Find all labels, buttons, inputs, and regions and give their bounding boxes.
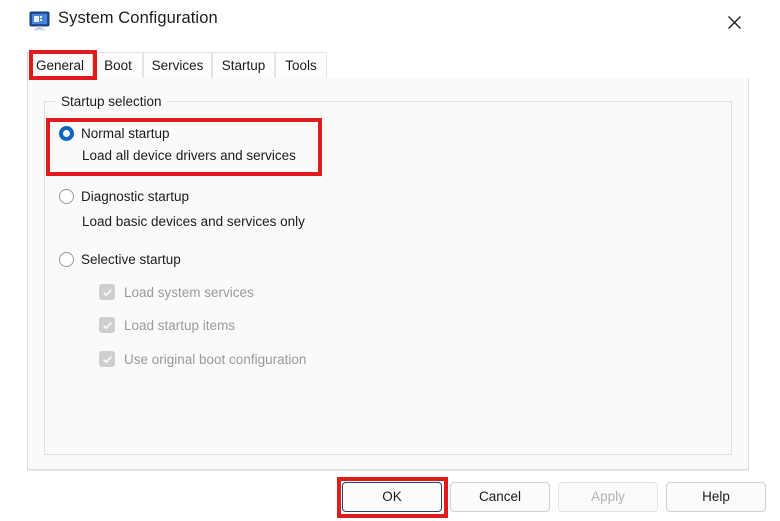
apply-button: Apply: [558, 482, 658, 512]
title-bar: System Configuration: [0, 0, 780, 45]
close-icon[interactable]: [718, 8, 750, 36]
radio-diagnostic-startup[interactable]: Diagnostic startup: [59, 189, 189, 204]
ok-button[interactable]: OK: [342, 482, 442, 512]
window-title: System Configuration: [58, 9, 218, 27]
system-configuration-monitor-icon: [29, 11, 51, 31]
checkbox-load-startup-items-indicator: [99, 317, 115, 333]
radio-diagnostic-startup-label: Diagnostic startup: [81, 189, 190, 204]
checkbox-use-original-boot-configuration-label: Use original boot configuration: [124, 351, 307, 367]
help-button[interactable]: Help: [666, 482, 766, 512]
dialog-button-bar: OK Cancel Apply Help: [27, 470, 766, 521]
normal-startup-description: Load all device drivers and services: [82, 148, 296, 163]
radio-diagnostic-startup-indicator: [59, 189, 74, 204]
radio-normal-startup[interactable]: Normal startup: [59, 126, 170, 141]
tab-startup[interactable]: Startup: [212, 52, 275, 78]
startup-selection-legend: Startup selection: [56, 94, 167, 109]
checkbox-load-system-services-label: Load system services: [124, 284, 254, 300]
tab-services[interactable]: Services: [143, 52, 212, 78]
diagnostic-startup-description: Load basic devices and services only: [82, 214, 305, 229]
checkbox-load-startup-items-label: Load startup items: [124, 317, 236, 333]
checkbox-use-original-boot-configuration[interactable]: Use original boot configuration: [99, 351, 306, 367]
cancel-button[interactable]: Cancel: [450, 482, 550, 512]
radio-selective-startup-label: Selective startup: [81, 252, 181, 267]
radio-selective-startup[interactable]: Selective startup: [59, 252, 181, 267]
radio-normal-startup-indicator: [59, 126, 74, 141]
radio-normal-startup-label: Normal startup: [81, 126, 170, 141]
checkbox-use-original-boot-configuration-indicator: [99, 351, 115, 367]
checkbox-load-startup-items[interactable]: Load startup items: [99, 317, 235, 333]
radio-selective-startup-indicator: [59, 252, 74, 267]
checkbox-load-system-services[interactable]: Load system services: [99, 284, 254, 300]
system-configuration-dialog: System Configuration General Boot Servic…: [0, 0, 780, 521]
tab-strip: General Boot Services Startup Tools: [27, 52, 749, 80]
tab-tools[interactable]: Tools: [275, 52, 327, 78]
checkbox-load-system-services-indicator: [99, 284, 115, 300]
tab-general[interactable]: General: [27, 52, 93, 78]
tab-boot[interactable]: Boot: [93, 52, 143, 78]
